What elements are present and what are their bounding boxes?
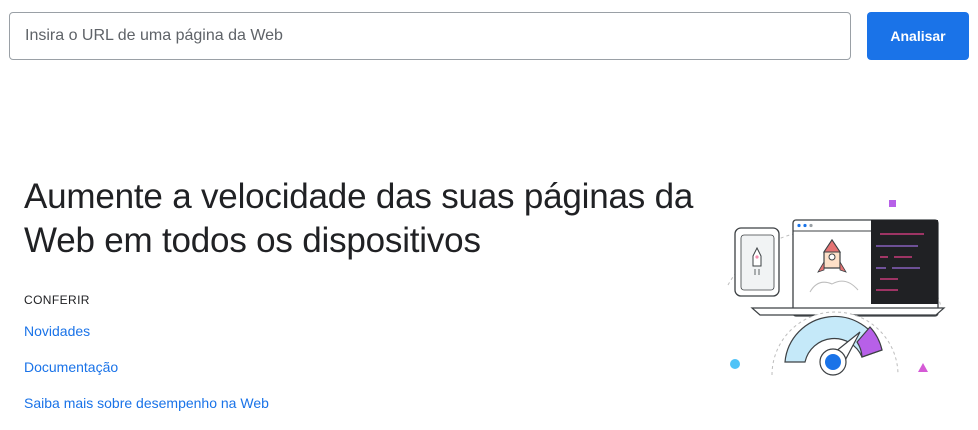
speed-illustration [727,200,946,376]
documentation-link[interactable]: Documentação [24,359,118,375]
analyze-button[interactable]: Analisar [867,12,969,60]
learn-web-performance-link[interactable]: Saiba mais sobre desempenho na Web [24,395,269,411]
whats-new-link[interactable]: Novidades [24,323,90,339]
explore-section-label: CONFERIR [24,293,90,307]
page: Analisar Aumente a velocidade das suas p… [0,0,978,430]
square-decoration-icon [889,200,896,207]
triangle-decoration-icon [918,363,928,372]
hero-title: Aumente a velocidade das suas páginas da… [24,177,694,260]
url-input[interactable] [9,12,851,60]
speed-gauge-icon [771,311,899,376]
code-editor-icon [871,220,938,304]
phone-icon [734,227,780,297]
circle-decoration-icon [730,359,740,369]
